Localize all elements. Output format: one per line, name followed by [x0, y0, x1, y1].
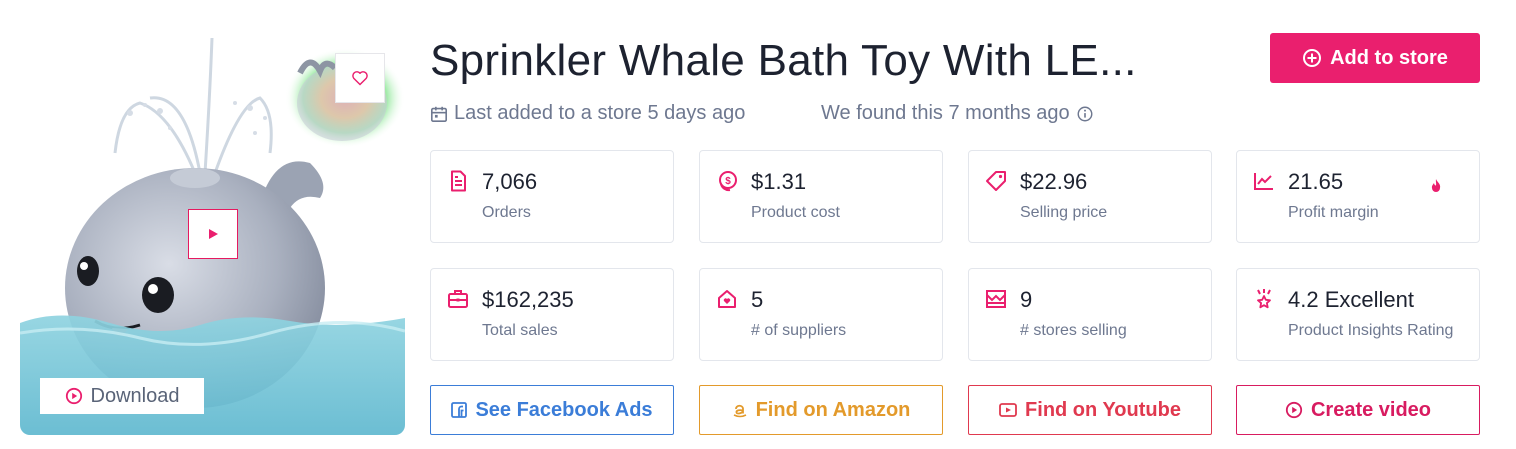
stat-card-orders: 7,066 Orders [430, 150, 674, 243]
play-icon [209, 229, 218, 239]
stat-card-selling-price: $22.96 Selling price [968, 150, 1212, 243]
add-to-store-button[interactable]: Add to store [1270, 33, 1480, 83]
amazon-label: Find on Amazon [755, 398, 911, 421]
stat-label: Product cost [751, 204, 840, 221]
stat-value: $162,235 [482, 287, 574, 312]
favorite-button[interactable] [335, 53, 385, 103]
download-label: Download [90, 384, 180, 407]
stat-label: Profit margin [1288, 204, 1379, 221]
stat-value: 9 [1020, 287, 1033, 312]
stat-card-profit-margin: 21.65 Profit margin [1236, 150, 1480, 243]
svg-text:$: $ [725, 176, 731, 187]
play-video-button[interactable] [188, 209, 238, 259]
create-video-label: Create video [1310, 398, 1432, 421]
stat-card-total-sales: $162,235 Total sales [430, 268, 674, 361]
stat-label: Total sales [482, 322, 558, 339]
price-tag-icon [985, 170, 1007, 192]
amazon-icon [733, 404, 746, 418]
facebook-label: See Facebook Ads [475, 398, 653, 421]
stat-label: # of suppliers [751, 322, 847, 339]
stat-value: $1.31 [751, 169, 807, 194]
stat-card-suppliers: 5 # of suppliers [699, 268, 943, 361]
house-heart-icon [716, 288, 738, 310]
stat-label: Product Insights Rating [1288, 322, 1454, 339]
info-icon[interactable] [1076, 105, 1094, 123]
fire-icon [1430, 178, 1442, 197]
youtube-label: Find on Youtube [1025, 398, 1181, 421]
briefcase-icon [447, 288, 469, 310]
facebook-icon [451, 402, 468, 418]
product-title: Sprinkler Whale Bath Toy With LE... [430, 36, 1137, 85]
stat-card-insights-rating: 4.2 Excellent Product Insights Rating [1236, 268, 1480, 361]
download-button[interactable]: Download [40, 378, 204, 414]
award-icon [1253, 288, 1275, 310]
calendar-icon [430, 106, 448, 122]
find-on-amazon-button[interactable]: Find on Amazon [699, 385, 943, 435]
plus-circle-icon [1303, 49, 1322, 67]
chart-line-icon [1253, 170, 1275, 192]
stat-label: # stores selling [1020, 322, 1127, 339]
stat-value: 21.65 [1288, 169, 1344, 194]
see-facebook-ads-button[interactable]: See Facebook Ads [430, 385, 674, 435]
stat-value: 5 [751, 287, 764, 312]
stat-value: 7,066 [482, 169, 538, 194]
heart-icon [352, 71, 368, 86]
found-text: We found this 7 months ago [821, 102, 1070, 124]
play-circle-icon [65, 387, 82, 405]
stat-card-product-cost: $ $1.31 Product cost [699, 150, 943, 243]
youtube-icon [999, 403, 1017, 417]
stat-label: Orders [482, 204, 531, 221]
found-meta: We found this 7 months ago [821, 102, 1094, 125]
find-on-youtube-button[interactable]: Find on Youtube [968, 385, 1212, 435]
stat-label: Selling price [1020, 204, 1108, 221]
last-added-meta: Last added to a store 5 days ago [430, 102, 745, 125]
stat-card-stores-selling: 9 # stores selling [968, 268, 1212, 361]
create-video-button[interactable]: Create video [1236, 385, 1480, 435]
store-icon [985, 288, 1007, 310]
stat-value: 4.2 Excellent [1288, 287, 1414, 312]
play-circle-icon [1285, 401, 1303, 419]
add-to-store-label: Add to store [1330, 46, 1448, 69]
stat-value: $22.96 [1020, 169, 1088, 194]
last-added-text: Last added to a store 5 days ago [454, 102, 746, 124]
cost-icon: $ [716, 170, 738, 192]
orders-icon [447, 170, 469, 192]
